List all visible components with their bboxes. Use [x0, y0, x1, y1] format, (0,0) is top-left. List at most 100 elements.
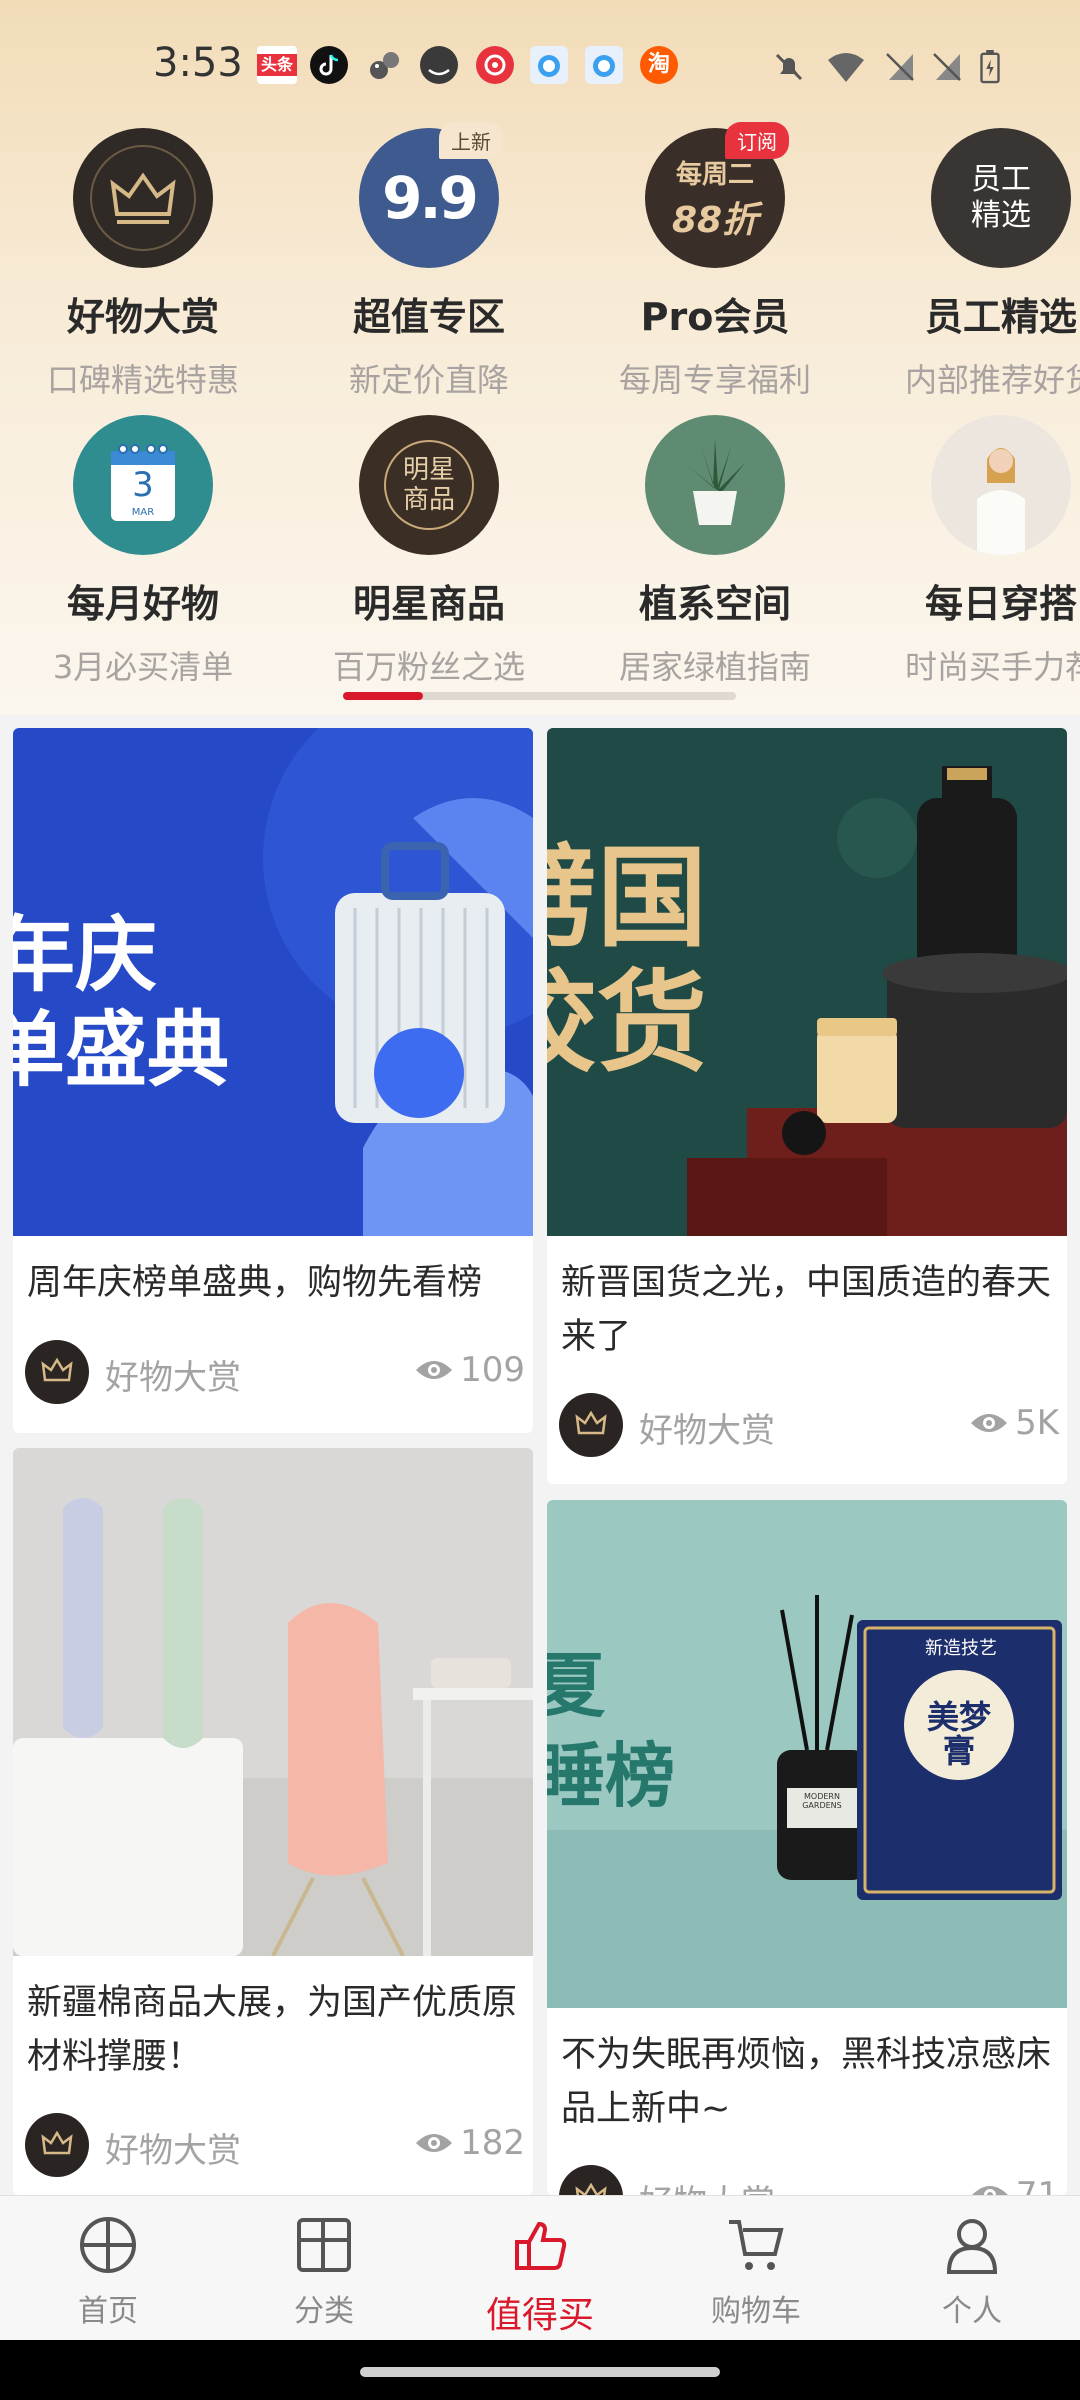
category-pro-member[interactable]: 每周二 88折 订阅 Pro会员 每周专享福利 — [572, 122, 858, 401]
article-card[interactable]: 国 货 劈 绞 新晋国货之光，中国质造的春天来了 好物大赏 5K — [547, 728, 1067, 1484]
nav-label: 首页 — [78, 2294, 138, 2329]
discount-icon-top-text: 每周二 — [675, 159, 754, 190]
nav-cart[interactable]: 购物车 — [648, 2214, 864, 2330]
fashion-icon — [931, 415, 1071, 555]
article-card[interactable]: 夏 睡榜 新造技艺 美梦膏 MODERN GARDENS 不为失眠再烦恼，黑科技… — [547, 1500, 1067, 2195]
gesture-bar — [0, 2340, 1080, 2400]
author-row: 好物大赏 109 — [25, 1340, 525, 1404]
article-card[interactable]: 新疆棉商品大展，为国产优质原材料撑腰！ 好物大赏 182 — [13, 1448, 533, 2195]
card-title: 新晋国货之光，中国质造的春天来了 — [561, 1263, 1052, 1357]
category-title: 好物大赏 — [66, 295, 219, 339]
new-badge: 上新 — [439, 122, 503, 159]
category-title: Pro会员 — [640, 295, 790, 339]
bottom-nav: 首页 分类 值得买 购物车 个人 — [0, 2195, 1080, 2341]
category-subtitle: 每周专享福利 — [618, 361, 811, 399]
chat-bubble-icon — [530, 46, 568, 84]
cart-icon — [729, 2220, 784, 2270]
banner-side-text-2: 绞 — [547, 933, 597, 1093]
category-subtitle: 内部推荐好货 — [904, 361, 1080, 399]
category-title: 每月好物 — [66, 582, 219, 626]
author-avatar — [25, 1340, 89, 1404]
author-row: 好物大赏 182 — [25, 2113, 525, 2177]
author-row: 好物大赏 5K — [559, 1393, 1059, 1457]
scroll-indicator-active — [343, 692, 423, 700]
nav-worth-buying[interactable]: 值得买 — [432, 2214, 648, 2338]
author-avatar — [559, 2165, 623, 2195]
banner-text-1: 夏 — [547, 1645, 605, 1727]
category-zhixi-kongjian[interactable]: 植系空间 居家绿植指南 — [572, 415, 858, 688]
view-count-group: 109 — [414, 1350, 525, 1390]
view-count-group: 5K — [969, 1403, 1059, 1443]
uc-browser-icon — [365, 46, 403, 84]
eye-icon — [971, 1414, 1008, 1432]
no-sim-icon — [933, 53, 961, 81]
category-meiyue-haowu[interactable]: 3 MAR 每月好物 3月必买清单 — [0, 415, 286, 688]
chat-bubble-icon — [585, 46, 623, 84]
cat-app-icon — [420, 46, 458, 84]
status-bar: 3:53 头条 淘 — [0, 0, 1080, 135]
view-count: 109 — [460, 1350, 525, 1390]
no-sim-icon — [886, 53, 914, 81]
basketball-icon — [80, 2217, 136, 2273]
card-image: 年庆 单盛典 — [13, 728, 533, 1236]
nav-profile[interactable]: 个人 — [864, 2214, 1080, 2330]
category-mingxing-shangpin[interactable]: 明星 商品 明星商品 百万粉丝之选 — [286, 415, 572, 688]
top-category-section: 3:53 头条 淘 好物大赏 口碑精选特惠 9.9 上新 超值专区 新定价直降 … — [0, 0, 1080, 715]
calendar-icon: 3 MAR — [73, 415, 213, 555]
nav-label: 个人 — [942, 2294, 1002, 2329]
category-title: 每日穿搭 — [924, 582, 1077, 626]
card-image: 国 货 劈 绞 — [547, 728, 1067, 1236]
banner-text-2: 单盛典 — [13, 1003, 230, 1098]
card-image — [13, 1448, 533, 1956]
category-yuangong-jingxuan[interactable]: 员工 精选 员工精选 内部推荐好货 — [858, 128, 1080, 401]
category-subtitle: 百万粉丝之选 — [332, 648, 525, 686]
eye-icon — [416, 2134, 453, 2152]
status-time: 3:53 — [153, 40, 243, 86]
staff-pick-icon-top-text: 员工 — [971, 162, 1031, 197]
banner-text-2: 睡榜 — [547, 1735, 675, 1817]
price-icon-text: 9.9 — [382, 164, 479, 232]
nav-home[interactable]: 首页 — [0, 2214, 216, 2330]
article-card[interactable]: 年庆 单盛典 周年庆榜单盛典，购物先看榜 好物大赏 109 — [13, 728, 533, 1433]
toutiao-icon: 头条 — [257, 46, 297, 84]
thumbs-up-bag-icon — [515, 2221, 567, 2270]
category-chaozhi-zhuanqu[interactable]: 9.9 上新 超值专区 新定价直降 — [286, 122, 572, 401]
tiktok-icon — [310, 46, 348, 84]
crown-icon — [73, 128, 213, 268]
product-tag: 新造技艺 — [925, 1638, 997, 1659]
view-count: 182 — [460, 2123, 525, 2163]
author-name: 好物大赏 — [105, 2131, 241, 2171]
author-row: 好物大赏 71 — [559, 2165, 1059, 2195]
nav-label: 值得买 — [485, 2295, 594, 2336]
netease-music-icon — [476, 46, 514, 84]
card-title: 新疆棉商品大展，为国产优质原材料撑腰！ — [27, 1983, 518, 2077]
calendar-month: MAR — [131, 507, 155, 518]
author-avatar — [559, 1393, 623, 1457]
card-title: 不为失眠再烦恼，黑科技凉感床品上新中~ — [561, 2035, 1052, 2129]
calendar-day: 3 — [132, 465, 154, 505]
author-name: 好物大赏 — [639, 2175, 775, 2195]
category-title: 超值专区 — [352, 295, 505, 339]
category-subtitle: 居家绿植指南 — [618, 648, 811, 686]
category-meiri-chuanda[interactable]: 每日穿搭 时尚买手力荐 — [858, 415, 1080, 688]
home-gesture-handle[interactable] — [360, 2367, 720, 2377]
banner-text-2: 货 — [597, 959, 707, 1087]
category-subtitle: 口碑精选特惠 — [46, 361, 239, 399]
scroll-indicator — [343, 692, 736, 700]
nav-label: 分类 — [294, 2294, 354, 2329]
view-count: 5K — [1015, 1403, 1059, 1443]
card-title: 周年庆榜单盛典，购物先看榜 — [27, 1263, 483, 1303]
author-name: 好物大赏 — [639, 1411, 775, 1451]
category-subtitle: 3月必买清单 — [52, 648, 234, 686]
author-name: 好物大赏 — [105, 1358, 241, 1398]
category-title: 植系空间 — [638, 582, 791, 626]
product-text: 美梦膏 — [927, 1698, 992, 1770]
category-haowu-dashang[interactable]: 好物大赏 口碑精选特惠 — [0, 128, 286, 401]
category-icon — [297, 2218, 351, 2272]
person-icon — [946, 2219, 998, 2274]
subscribe-badge: 订阅 — [725, 122, 789, 159]
wifi-icon — [828, 53, 864, 82]
category-title: 明星商品 — [352, 582, 505, 626]
author-avatar — [25, 2113, 89, 2177]
nav-category[interactable]: 分类 — [216, 2214, 432, 2330]
